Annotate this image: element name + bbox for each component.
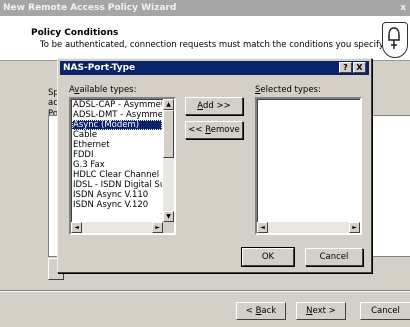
scroll-corner [163,222,174,233]
dialog-cancel-button[interactable]: Cancel [305,248,363,266]
wizard-policy-icon [382,22,408,58]
scroll-right-icon[interactable]: ► [152,222,163,233]
selected-types-label: Selected types: [255,85,321,95]
list-item[interactable]: ADSL-CAP - Asymmetri [72,100,162,110]
nas-port-type-dialog: NAS-Port-Type ? X Available types: Selec… [57,58,372,273]
available-vertical-scrollbar[interactable]: ▲ ▼ [163,99,174,222]
back-button[interactable]: < Back [236,302,286,320]
dialog-title-bar: NAS-Port-Type ? X [60,61,369,75]
add-button[interactable]: Add >> [185,97,243,115]
dialog-title: NAS-Port-Type [63,63,136,73]
close-icon[interactable]: X [353,62,366,73]
scroll-up-icon[interactable]: ▲ [163,99,174,110]
selected-types-list[interactable]: ◄ ► [255,97,362,235]
wizard-title: New Remote Access Policy Wizard [3,3,177,13]
list-item[interactable]: ISDN Async V.110 [72,190,162,200]
remove-button[interactable]: << Remove [185,121,243,139]
list-item[interactable]: HDLC Clear Channel [72,170,162,180]
next-button[interactable]: Next > [296,302,346,320]
available-types-label: Available types: [69,85,137,95]
list-item[interactable]: ISDN Async V.120 [72,200,162,210]
scroll-right-icon[interactable]: ► [349,222,360,233]
list-item[interactable]: Ethernet [72,140,162,150]
scroll-thumb[interactable] [163,110,174,158]
wizard-subheading: To be authenticated, connection requests… [40,40,386,50]
wizard-heading: Policy Conditions [31,28,119,38]
list-item[interactable]: Cable [72,130,162,140]
selected-horizontal-scrollbar[interactable]: ◄ ► [257,222,360,233]
wizard-title-bar: New Remote Access Policy Wizard x [0,0,410,16]
list-item[interactable]: FDDI [72,150,162,160]
scroll-down-icon[interactable]: ▼ [163,211,174,222]
wizard-header: Policy Conditions To be authenticated, c… [0,16,410,61]
list-item[interactable]: IDSL - ISDN Digital Su [72,180,162,190]
available-types-list[interactable]: ADSL-CAP - AsymmetriADSL-DMT - Asymmetri… [69,97,176,235]
help-icon[interactable]: ? [339,62,352,73]
available-items: ADSL-CAP - AsymmetriADSL-DMT - Asymmetri… [72,100,162,210]
available-horizontal-scrollbar[interactable]: ◄ ► [71,222,163,233]
scroll-left-icon[interactable]: ◄ [71,222,82,233]
scroll-left-icon[interactable]: ◄ [257,222,268,233]
wizard-cancel-button[interactable]: Cancel [360,302,410,320]
wizard-close-icon[interactable]: x [400,0,406,16]
wizard-separator [0,290,410,292]
list-item[interactable]: G.3 Fax [72,160,162,170]
list-item[interactable]: Async (Modem) [72,120,162,130]
ok-button[interactable]: OK [241,247,295,267]
list-item[interactable]: ADSL-DMT - Asymmetri [72,110,162,120]
